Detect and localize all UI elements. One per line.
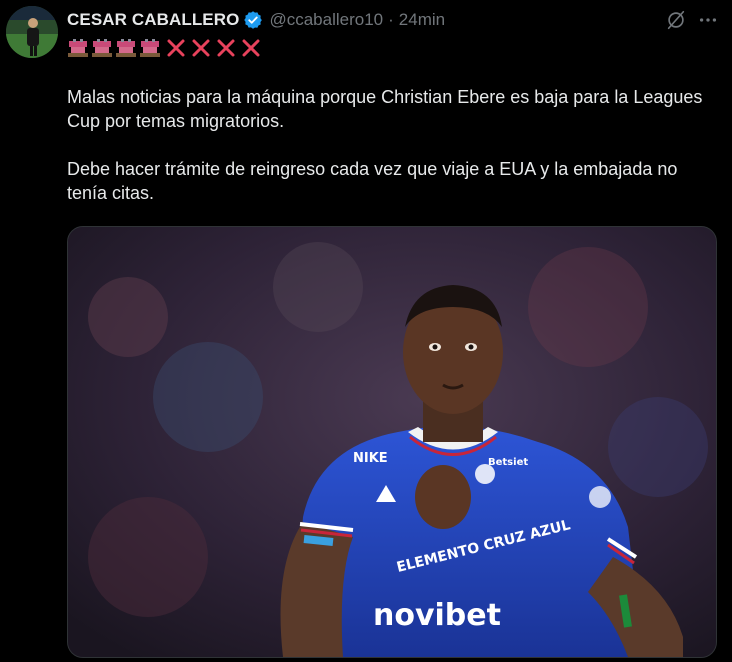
cross-mark-icon — [166, 38, 186, 58]
tweet-timestamp[interactable]: 24min — [399, 10, 445, 30]
author-handle[interactable]: @ccaballero10 — [269, 10, 383, 30]
verified-badge-icon — [243, 10, 263, 30]
more-icon[interactable] — [696, 8, 720, 32]
tweet-body: Malas noticias para la máquina porque Ch… — [67, 85, 717, 205]
trophy-cup-icon — [67, 38, 89, 58]
bio-emoji-row — [67, 36, 261, 60]
author-avatar[interactable] — [6, 6, 58, 58]
tweet-paragraph: Debe hacer trámite de reingreso cada vez… — [67, 159, 678, 203]
separator-dot: · — [388, 10, 394, 29]
grok-icon[interactable] — [664, 8, 688, 32]
jersey-front-text: novibet — [373, 598, 501, 633]
trophy-cup-icon — [91, 38, 113, 58]
jersey-sponsor: NIKE — [353, 451, 388, 466]
tweet-media-image[interactable]: NIKE Betsiet ELEMENTO CRUZ AZUL novibet — [67, 226, 717, 658]
trophy-cup-icon — [139, 38, 161, 58]
tweet-paragraph: Malas noticias para la máquina porque Ch… — [67, 87, 703, 131]
cross-mark-icon — [216, 38, 236, 58]
cross-mark-icon — [191, 38, 211, 58]
cross-mark-icon — [241, 38, 261, 58]
trophy-cup-icon — [115, 38, 137, 58]
author-name[interactable]: CESAR CABALLERO — [67, 10, 239, 30]
tweet-card[interactable]: CESAR CABALLERO @ccaballero10 · 24min Ma… — [0, 0, 732, 662]
tweet-header: CESAR CABALLERO @ccaballero10 · 24min — [67, 8, 718, 32]
jersey-sponsor: Betsiet — [488, 457, 528, 468]
